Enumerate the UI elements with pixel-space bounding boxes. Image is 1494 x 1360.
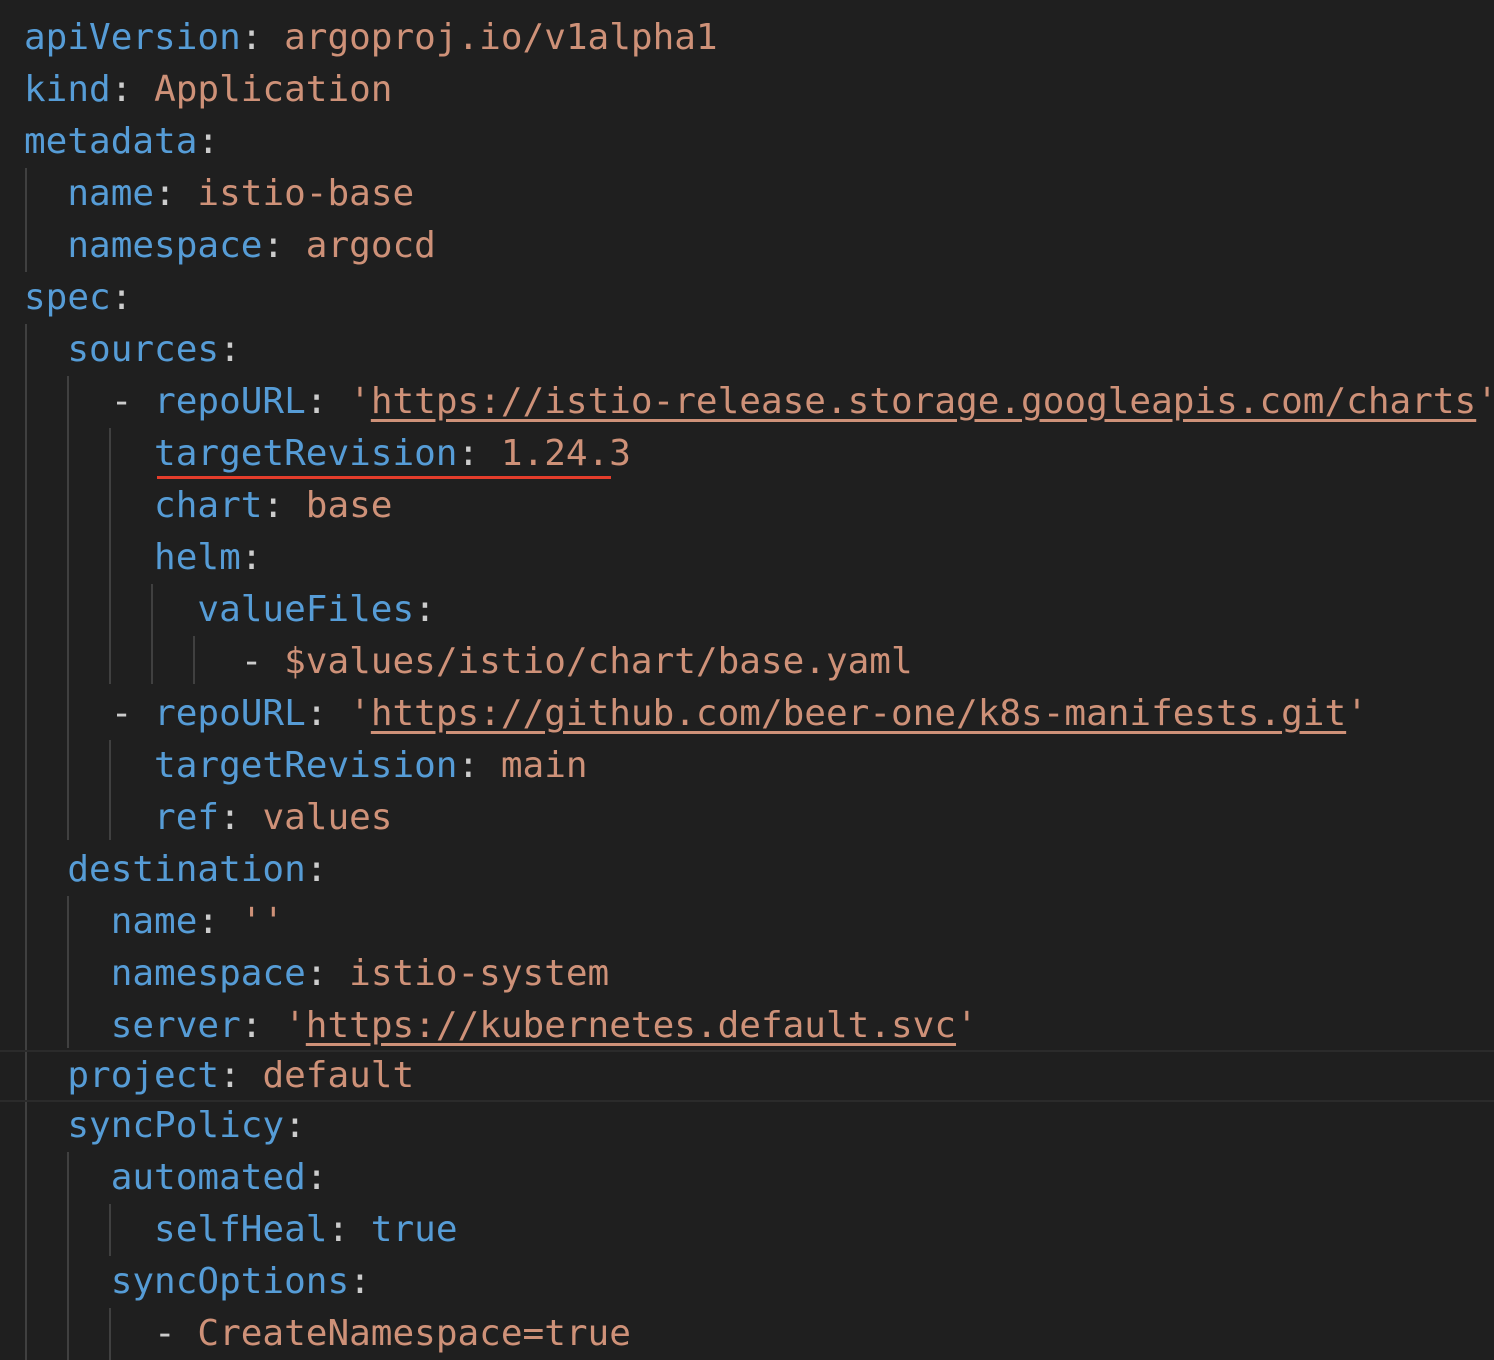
code-line-valuefile-item[interactable]: - $values/istio/chart/base.yaml [24, 636, 913, 688]
code-line-ref[interactable]: ref: values [24, 792, 392, 844]
yaml-value: istio-system [349, 953, 610, 994]
yaml-value: argoproj.io/v1alpha1 [284, 17, 718, 58]
yaml-key: project [67, 1055, 220, 1096]
code-line-sources[interactable]: sources: [24, 324, 240, 376]
yaml-value: 1.24.3 [500, 433, 631, 474]
yaml-key: repoURL [154, 381, 306, 422]
yaml-key: targetRevision [154, 433, 458, 474]
current-line-highlight[interactable]: project: default [0, 1050, 1494, 1102]
code-line-automated[interactable]: automated: [24, 1152, 328, 1204]
code-line-selfheal[interactable]: selfHeal: true [24, 1204, 458, 1256]
yaml-key: automated [110, 1157, 306, 1198]
code-line-server[interactable]: server: 'https://kubernetes.default.svc' [24, 1000, 978, 1052]
yaml-key: name [67, 173, 155, 214]
yaml-key: valueFiles [197, 589, 415, 630]
yaml-key: server [110, 1005, 241, 1046]
yaml-key: chart [154, 485, 263, 526]
yaml-key: targetRevision [154, 745, 458, 786]
code-line-name[interactable]: name: istio-base [24, 168, 414, 220]
yaml-value: argocd [305, 225, 436, 266]
code-line-helm[interactable]: helm: [24, 532, 262, 584]
code-line-repourl[interactable]: - repoURL: 'https://github.com/beer-one/… [24, 688, 1368, 740]
yaml-value: default [262, 1055, 415, 1096]
url-link[interactable]: https://istio-release.storage.googleapis… [371, 381, 1476, 422]
code-line-syncoption-item[interactable]: - CreateNamespace=true [24, 1308, 631, 1360]
yaml-value: $values/istio/chart/base.yaml [284, 641, 913, 682]
url-link[interactable]: https://kubernetes.default.svc [306, 1005, 956, 1046]
yaml-key: selfHeal [154, 1209, 328, 1250]
code-line-metadata[interactable]: metadata: [24, 116, 219, 168]
yaml-key: metadata [24, 121, 198, 162]
yaml-key: destination [67, 849, 306, 890]
yaml-key: namespace [110, 953, 306, 994]
yaml-key: sources [67, 329, 220, 370]
code-line-namespace[interactable]: namespace: istio-system [24, 948, 610, 1000]
yaml-value: CreateNamespace=true [197, 1313, 631, 1354]
yaml-key: syncOptions [110, 1261, 350, 1302]
code-line-targetrevision[interactable]: targetRevision: 1.24.3 [24, 428, 631, 480]
yaml-key: namespace [67, 225, 263, 266]
yaml-key: name [110, 901, 198, 942]
yaml-key: helm [154, 537, 241, 578]
yaml-key: spec [24, 277, 111, 318]
yaml-key: syncPolicy [67, 1105, 285, 1146]
yaml-key: repoURL [154, 693, 306, 734]
code-line-apiversion[interactable]: apiVersion: argoproj.io/v1alpha1 [24, 12, 718, 64]
yaml-value: '' [240, 901, 285, 942]
code-line-destination[interactable]: destination: [24, 844, 327, 896]
yaml-value: istio-base [197, 173, 415, 214]
url-link[interactable]: https://github.com/beer-one/k8s-manifest… [371, 693, 1346, 734]
yaml-key: kind [24, 69, 111, 110]
code-line-spec[interactable]: spec: [24, 272, 132, 324]
yaml-value: base [305, 485, 393, 526]
code-line-kind[interactable]: kind: Application [24, 64, 392, 116]
code-line-name[interactable]: name: '' [24, 896, 284, 948]
code-line-namespace[interactable]: namespace: argocd [24, 220, 436, 272]
yaml-value: Application [154, 69, 393, 110]
yaml-value: values [262, 797, 393, 838]
yaml-key: apiVersion [24, 17, 241, 58]
yaml-key: ref [154, 797, 220, 838]
code-line-repourl[interactable]: - repoURL: 'https://istio-release.storag… [24, 376, 1494, 428]
code-line-targetrevision[interactable]: targetRevision: main [24, 740, 588, 792]
yaml-value: main [500, 745, 588, 786]
yaml-bool-value: true [370, 1209, 458, 1250]
yaml-editor[interactable]: apiVersion: argoproj.io/v1alpha1 kind: A… [0, 0, 1494, 1360]
error-squiggle[interactable] [157, 476, 611, 479]
code-line-valuefiles[interactable]: valueFiles: [24, 584, 435, 636]
code-line-chart[interactable]: chart: base [24, 480, 392, 532]
code-line-syncoptions[interactable]: syncOptions: [24, 1256, 371, 1308]
code-line-syncpolicy[interactable]: syncPolicy: [24, 1100, 305, 1152]
